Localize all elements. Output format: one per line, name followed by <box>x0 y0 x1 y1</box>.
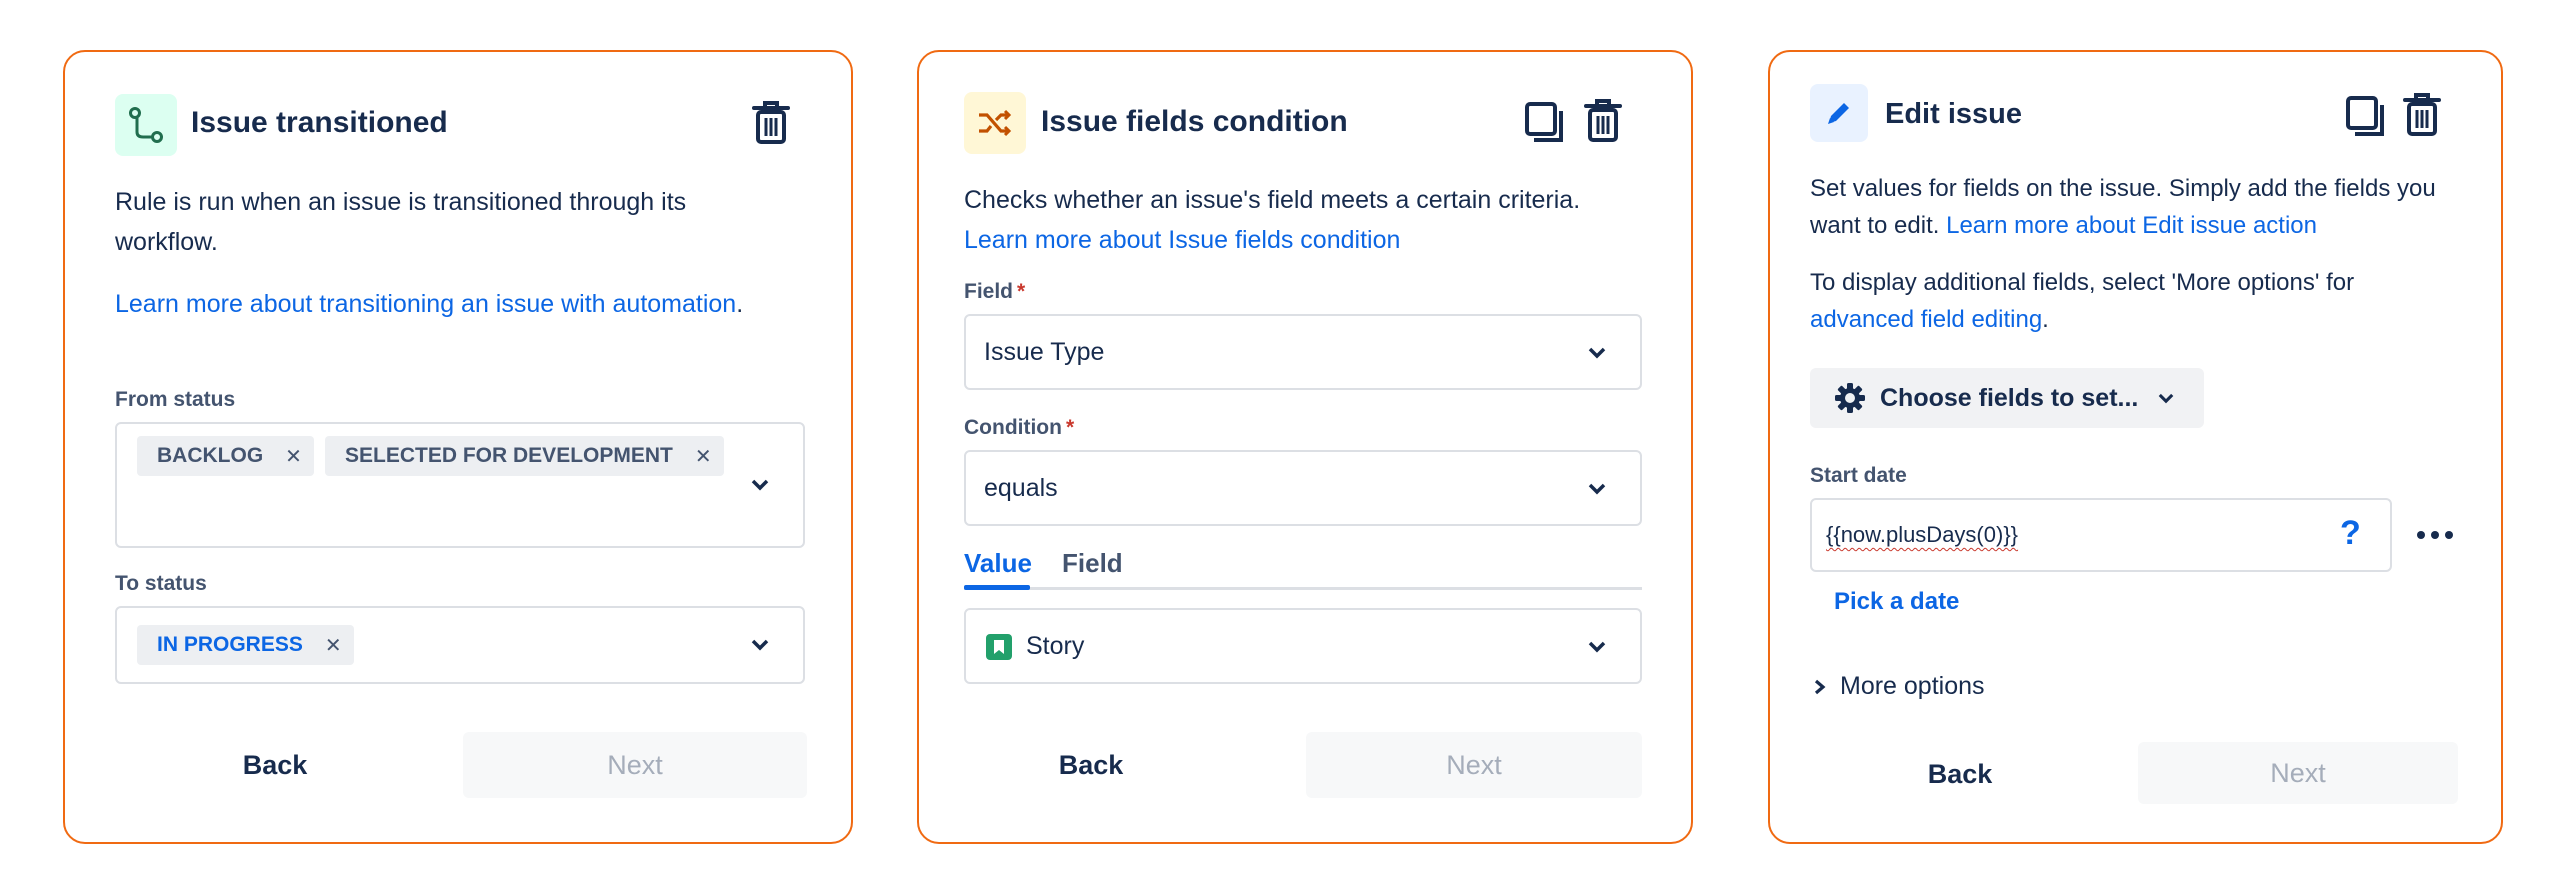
start-date-label: Start date <box>1810 464 1907 487</box>
to-status-select[interactable]: IN PROGRESS ✕ <box>115 606 805 684</box>
condition-label: Condition * <box>964 416 1074 440</box>
more-options-label: More options <box>1840 672 1985 700</box>
learn-more-link[interactable]: Learn more about Issue fields condition <box>964 226 1400 254</box>
learn-more-link[interactable]: Learn more about transitioning an issue … <box>115 290 736 318</box>
learn-more-suffix: . <box>736 290 744 318</box>
more-actions-icon[interactable] <box>2410 518 2460 552</box>
remove-tag-icon[interactable]: ✕ <box>325 633 342 658</box>
choose-fields-label: Choose fields to set... <box>1880 383 2139 412</box>
tab-value[interactable]: Value <box>964 548 1032 579</box>
chevron-down-icon <box>2158 393 2174 404</box>
remove-tag-icon[interactable]: ✕ <box>695 444 712 469</box>
tabs-divider <box>964 587 1642 590</box>
branch-transition-icon <box>115 94 177 156</box>
condition-select[interactable]: equals <box>964 450 1642 526</box>
to-status-label: To status <box>115 572 207 595</box>
chevron-down-icon[interactable] <box>749 474 771 496</box>
next-button[interactable]: Next <box>1306 732 1642 798</box>
chevron-down-icon[interactable] <box>1586 478 1608 500</box>
status-tag-selected-for-development: SELECTED FOR DEVELOPMENT ✕ <box>325 436 724 476</box>
status-tag-backlog: BACKLOG ✕ <box>137 436 314 476</box>
field-label: Field * <box>964 280 1025 304</box>
panel-description: Checks whether an issue's field meets a … <box>964 180 1604 260</box>
trash-icon[interactable] <box>747 96 795 148</box>
issue-fields-condition-panel: Issue fields condition Checks whether an… <box>917 50 1693 844</box>
pencil-icon <box>1810 84 1868 142</box>
tag-label: IN PROGRESS <box>157 633 303 656</box>
required-mark: * <box>1017 280 1026 303</box>
chevron-right-icon <box>1814 679 1826 695</box>
back-button[interactable]: Back <box>1880 742 2040 806</box>
condition-select-value: equals <box>984 474 1058 502</box>
duplicate-icon[interactable] <box>1521 96 1569 148</box>
condition-label-text: Condition <box>964 416 1062 439</box>
tag-label: SELECTED FOR DEVELOPMENT <box>345 444 673 467</box>
panel-description: Rule is run when an issue is transitione… <box>115 188 687 256</box>
status-tag-in-progress: IN PROGRESS ✕ <box>137 625 354 665</box>
remove-tag-icon[interactable]: ✕ <box>285 444 302 469</box>
more-options-toggle[interactable]: More options <box>1814 672 1985 701</box>
start-date-input[interactable]: {{now.plusDays(0)}} ? <box>1810 498 2392 572</box>
trash-icon[interactable] <box>1579 94 1627 146</box>
duplicate-icon[interactable] <box>2342 90 2390 142</box>
trash-icon[interactable] <box>2398 88 2446 140</box>
from-status-label: From status <box>115 388 236 411</box>
active-tab-indicator <box>964 585 1030 590</box>
panel-title: Issue fields condition <box>1041 105 1348 138</box>
chevron-down-icon[interactable] <box>1586 636 1608 658</box>
panel-description: Set values for fields on the issue. Simp… <box>1810 170 2460 244</box>
story-icon <box>986 634 1012 660</box>
field-label-text: Field <box>964 280 1014 303</box>
gear-icon <box>1834 382 1866 414</box>
description-text: Checks whether an issue's field meets a … <box>964 186 1581 214</box>
value-select[interactable]: Story <box>964 608 1642 684</box>
value-select-value: Story <box>1026 632 1085 660</box>
panel-title: Issue transitioned <box>191 106 448 139</box>
advanced-suffix: . <box>2042 306 2049 333</box>
learn-more-link[interactable]: Learn more about Edit issue action <box>1946 212 2317 239</box>
pick-a-date-link[interactable]: Pick a date <box>1834 588 1959 616</box>
choose-fields-button[interactable]: Choose fields to set... <box>1810 368 2204 428</box>
tab-field[interactable]: Field <box>1062 548 1123 579</box>
issue-transitioned-panel: Issue transitioned Rule is run when an i… <box>63 50 853 844</box>
shuffle-condition-icon <box>964 92 1026 154</box>
edit-issue-panel: Edit issue Set values for fields on the … <box>1768 50 2503 844</box>
panel-title: Edit issue <box>1885 98 2022 130</box>
field-select-value: Issue Type <box>984 338 1105 366</box>
back-button[interactable]: Back <box>195 732 355 798</box>
start-date-value: {{now.plusDays(0)}} <box>1826 522 2019 547</box>
next-button[interactable]: Next <box>463 732 807 798</box>
chevron-down-icon[interactable] <box>749 634 771 656</box>
learn-more-text: Learn more about transitioning an issue … <box>115 284 795 324</box>
from-status-select[interactable]: BACKLOG ✕ SELECTED FOR DEVELOPMENT ✕ <box>115 422 805 548</box>
back-button[interactable]: Back <box>1011 732 1171 798</box>
help-icon[interactable]: ? <box>2340 514 2361 553</box>
next-button[interactable]: Next <box>2138 742 2458 804</box>
tag-label: BACKLOG <box>157 444 264 467</box>
additional-text: To display additional fields, select 'Mo… <box>1810 269 2355 296</box>
required-mark: * <box>1065 416 1075 439</box>
advanced-field-editing-link[interactable]: advanced field editing <box>1810 306 2042 333</box>
additional-fields-text: To display additional fields, select 'Mo… <box>1810 264 2460 338</box>
field-select[interactable]: Issue Type <box>964 314 1642 390</box>
chevron-down-icon[interactable] <box>1586 342 1608 364</box>
